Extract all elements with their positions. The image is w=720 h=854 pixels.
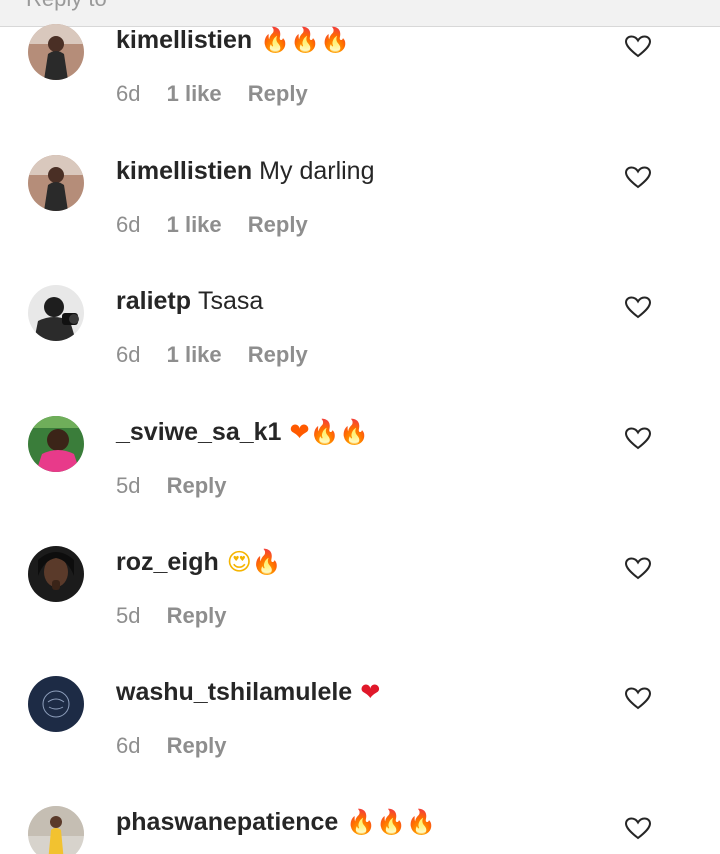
comment-item: roz_eigh 😍🔥 5d Reply	[0, 546, 720, 676]
comment-text: My darling	[259, 157, 375, 185]
comment-item: washu_tshilamulele ❤ 6d Reply	[0, 676, 720, 806]
comment-emoji: 🔥🔥🔥	[346, 808, 436, 836]
avatar[interactable]	[28, 676, 84, 732]
heart-outline-icon[interactable]	[624, 687, 652, 711]
comment-item: phaswanepatience 🔥🔥🔥	[0, 806, 720, 854]
comment-username[interactable]: ralietp	[116, 285, 191, 317]
heart-outline-icon[interactable]	[624, 557, 652, 581]
reply-button[interactable]: Reply	[167, 733, 227, 758]
comment-item: ralietp Tsasa 6d 1 like Reply	[0, 285, 720, 415]
comment-emoji: 😍🔥	[226, 548, 282, 576]
comment-likes[interactable]: 1 like	[167, 342, 222, 367]
comment-input-bar[interactable]: Reply to	[0, 0, 720, 27]
comment-emoji: 🔥🔥🔥	[260, 26, 350, 54]
comment-likes[interactable]: 1 like	[167, 212, 222, 237]
heart-outline-icon[interactable]	[624, 166, 652, 190]
comment-username[interactable]: kimellistien	[116, 24, 252, 56]
comment-age: 6d	[116, 342, 141, 367]
comment-emoji: ❤🔥🔥	[289, 418, 370, 446]
heart-outline-icon[interactable]	[624, 35, 652, 59]
comment-item: _sviwe_sa_k1 ❤🔥🔥 5d Reply	[0, 416, 720, 546]
heart-outline-icon[interactable]	[624, 427, 652, 451]
reply-button[interactable]: Reply	[248, 342, 308, 367]
comment-username[interactable]: roz_eigh	[116, 546, 219, 578]
comment-username[interactable]: washu_tshilamulele	[116, 676, 352, 708]
reply-button[interactable]: Reply	[167, 603, 227, 628]
avatar[interactable]	[28, 155, 84, 211]
comment-age: 5d	[116, 473, 141, 498]
reply-button[interactable]: Reply	[167, 473, 227, 498]
reply-button[interactable]: Reply	[248, 81, 308, 106]
comment-age: 6d	[116, 733, 141, 758]
comment-age: 6d	[116, 81, 141, 106]
comment-likes[interactable]: 1 like	[167, 81, 222, 106]
comment-item: kimellistien My darling 6d 1 like Reply	[0, 155, 720, 285]
comment-item: kimellistien 🔥🔥🔥 6d 1 like Reply	[0, 24, 720, 154]
comment-emoji: ❤	[360, 678, 381, 706]
reply-placeholder-fragment: Reply to	[26, 0, 107, 12]
comment-text: Tsasa	[198, 287, 264, 315]
heart-outline-icon[interactable]	[624, 817, 652, 841]
comment-age: 6d	[116, 212, 141, 237]
heart-outline-icon[interactable]	[624, 296, 652, 320]
avatar[interactable]	[28, 806, 84, 854]
avatar[interactable]	[28, 546, 84, 602]
comment-age: 5d	[116, 603, 141, 628]
avatar[interactable]	[28, 416, 84, 472]
comment-username[interactable]: phaswanepatience	[116, 806, 338, 838]
avatar[interactable]	[28, 24, 84, 80]
reply-button[interactable]: Reply	[248, 212, 308, 237]
comment-username[interactable]: _sviwe_sa_k1	[116, 416, 281, 448]
comment-username[interactable]: kimellistien	[116, 155, 252, 187]
avatar[interactable]	[28, 285, 84, 341]
